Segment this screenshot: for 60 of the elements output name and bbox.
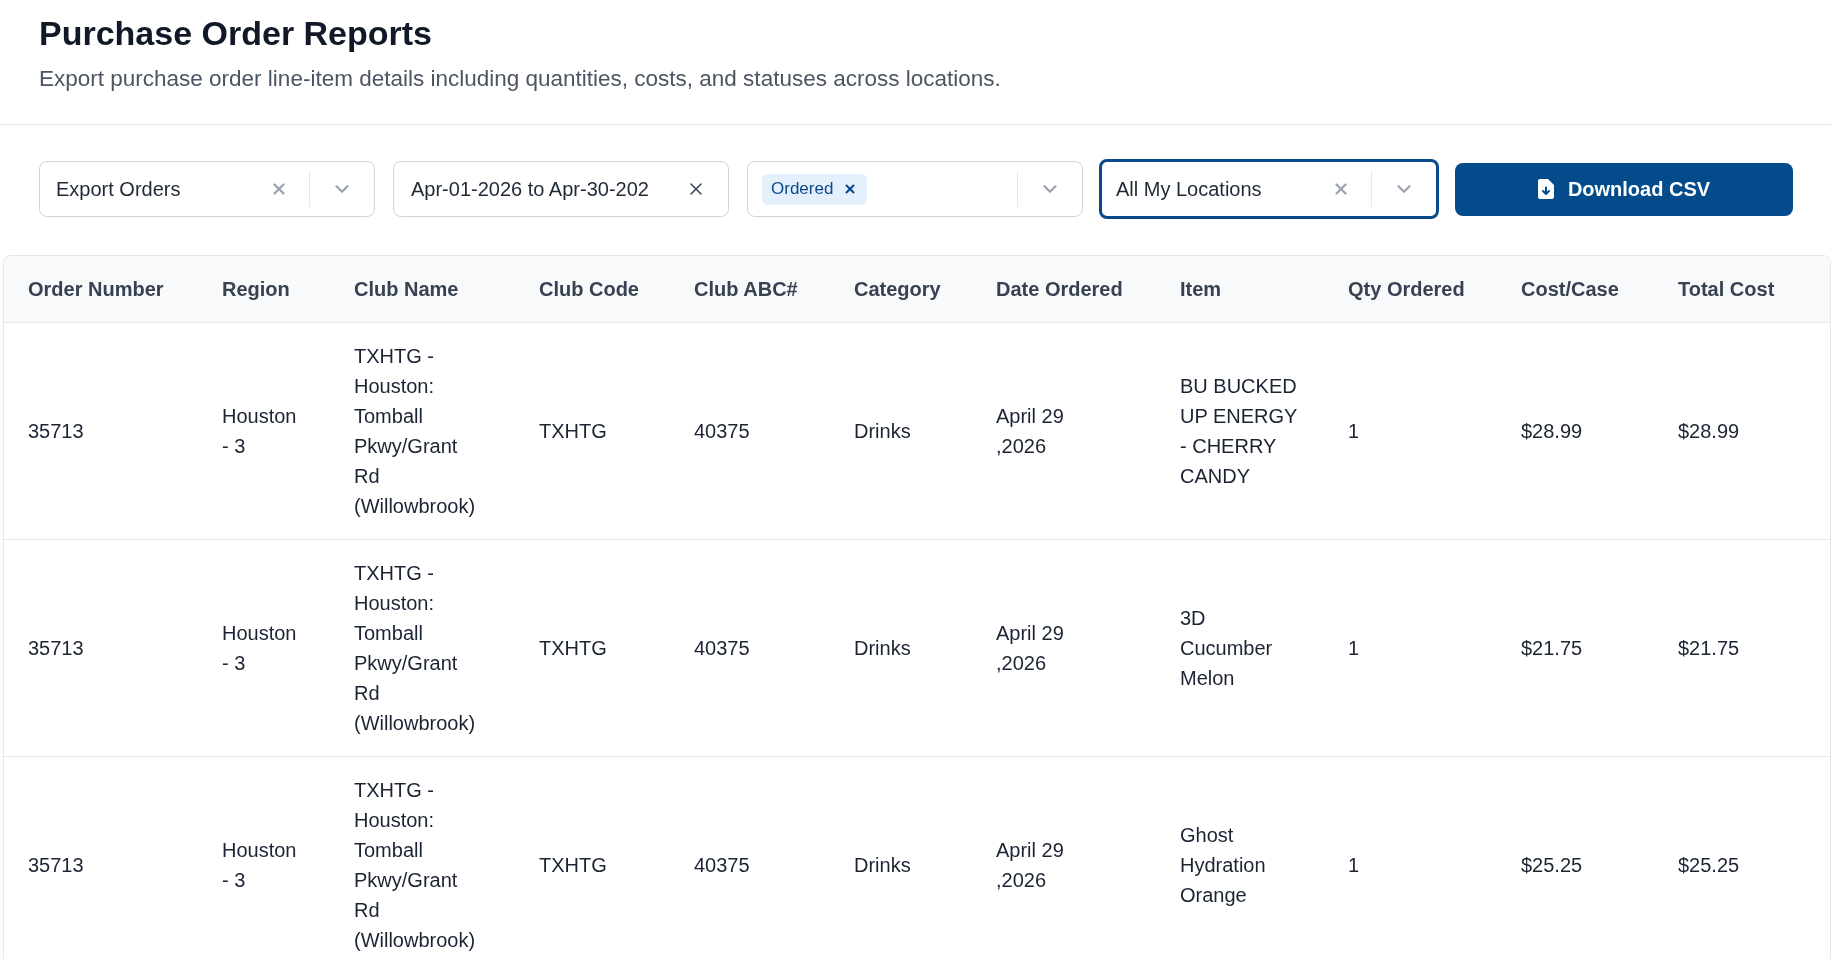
club-code: TXHTG <box>539 853 608 878</box>
column-header: Club ABC# <box>694 278 798 300</box>
order-date: April 29 ,2026 <box>996 621 1065 676</box>
item-name: Ghost Hydration Orange <box>1180 823 1267 908</box>
category-name: Drinks <box>854 419 912 444</box>
club-name: TXHTG - Houston: Tomball Pkwy/Grant Rd (Willowbrook) <box>354 344 477 519</box>
total-cost: $28.99 <box>1678 419 1741 444</box>
dropdown-field[interactable]: Export Orders <box>39 161 375 217</box>
item-name: BU BUCKED UP ENERGY - CHERRY CANDY <box>1180 374 1299 489</box>
column-header: Category <box>854 278 941 300</box>
club-abc-number: 40375 <box>694 636 751 661</box>
quantity: 1 <box>1348 853 1361 878</box>
close-icon <box>1332 180 1350 198</box>
category-name: Drinks <box>854 853 912 878</box>
total-cost: $25.25 <box>1678 853 1741 878</box>
order-number: 35713 <box>28 853 85 878</box>
page-title: Purchase Order Reports <box>39 13 434 53</box>
column-header: Item <box>1180 278 1222 300</box>
column-header: Order Number <box>28 278 164 300</box>
region-name: Houston - 3 <box>222 404 298 459</box>
region-name: Houston - 3 <box>222 621 298 676</box>
category-name: Drinks <box>854 636 912 661</box>
dropdown-field[interactable]: All My Locations <box>1099 159 1439 219</box>
club-abc-number: 40375 <box>694 853 751 878</box>
file-download-icon <box>1537 179 1554 199</box>
close-icon <box>270 180 288 198</box>
order-date: April 29 ,2026 <box>996 404 1065 459</box>
club-name: TXHTG - Houston: Tomball Pkwy/Grant Rd (Willowbrook) <box>354 778 477 953</box>
column-header: Club Code <box>539 278 639 300</box>
multi-select-field[interactable]: Ordered <box>747 161 1083 217</box>
quantity: 1 <box>1348 636 1361 661</box>
dropdown-value: Export Orders <box>55 177 182 202</box>
column-header: Club Name <box>354 278 459 300</box>
date-range-field[interactable]: Apr-01-2026 to Apr-30-202 <box>393 161 729 217</box>
club-code: TXHTG <box>539 419 608 444</box>
column-header: Qty Ordered <box>1348 278 1465 300</box>
column-header: Total Cost <box>1678 278 1775 300</box>
item-name: 3D Cucumber Melon <box>1180 606 1274 691</box>
region-name: Houston - 3 <box>222 838 298 893</box>
page-subtitle: Export purchase order line-item details including quantities, costs, and statuses across locations. <box>39 65 1002 93</box>
close-icon <box>843 182 858 196</box>
column-header: Cost/Case <box>1521 278 1619 300</box>
download-csv-button[interactable]: Download CSV <box>1455 162 1793 216</box>
column-header: Region <box>222 278 290 300</box>
cost-per-case: $25.25 <box>1521 853 1584 878</box>
total-cost: $21.75 <box>1678 636 1741 661</box>
club-abc-number: 40375 <box>694 419 751 444</box>
chip-remove-button[interactable] <box>843 182 858 196</box>
cost-per-case: $21.75 <box>1521 636 1584 661</box>
quantity: 1 <box>1348 419 1361 444</box>
chip-label: Ordered <box>771 178 834 201</box>
dropdown-value: All My Locations <box>1115 177 1263 202</box>
order-number: 35713 <box>28 636 85 661</box>
club-code: TXHTG <box>539 636 608 661</box>
column-header: Date Ordered <box>996 278 1123 300</box>
order-date: April 29 ,2026 <box>996 838 1065 893</box>
club-name: TXHTG - Houston: Tomball Pkwy/Grant Rd (Willowbrook) <box>354 561 477 736</box>
date-range-value: Apr-01-2026 to Apr-30-202 <box>411 177 650 202</box>
order-number: 35713 <box>28 419 85 444</box>
cost-per-case: $28.99 <box>1521 419 1584 444</box>
